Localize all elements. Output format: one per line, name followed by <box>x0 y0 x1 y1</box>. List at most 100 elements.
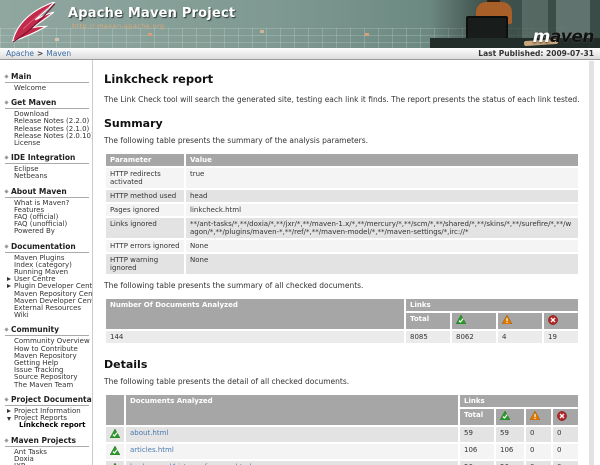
sidebar-section-title: IDE Integration <box>5 150 89 164</box>
link-warn: 0 <box>526 444 551 459</box>
documents-analyzed-header: Number Of Documents Analyzed <box>106 299 404 329</box>
sidebar-section-title: Get Maven <box>5 95 89 109</box>
details-heading: Details <box>104 358 580 371</box>
details-table: Documents Analyzed Links Total about.htm… <box>104 393 580 465</box>
success-icon <box>110 429 120 438</box>
warning-icon <box>530 411 540 420</box>
document-link[interactable]: articles.html <box>130 446 174 454</box>
section-title-text: Maven Projects <box>11 436 76 445</box>
sidebar-section: IDE IntegrationEclipseNetbeans <box>5 150 89 180</box>
section-title-text: IDE Integration <box>11 153 75 162</box>
error-icon <box>557 411 567 420</box>
breadcrumb-bar: Apache>Maven Last Published: 2009-07-31 <box>0 48 600 60</box>
details-table-body: about.html595900articles.html10610600bac… <box>106 427 578 465</box>
page: Apache Maven Project http:// maven.apach… <box>0 0 600 465</box>
link-ok: 106 <box>496 444 524 459</box>
sidebar-item-label: Linkcheck report <box>19 421 85 429</box>
section-title-text: Documentation <box>11 242 76 251</box>
documents-analyzed-header: Documents Analyzed <box>126 395 458 425</box>
link-error: 0 <box>553 427 578 442</box>
sidebar-item-label: License <box>14 139 40 147</box>
sidebar-section: Main Welcome <box>5 69 89 92</box>
chevron-right-icon[interactable] <box>7 284 11 288</box>
parameter-value: head <box>186 190 578 202</box>
parameter-value: true <box>186 168 578 188</box>
links-header: Links <box>406 299 578 311</box>
sidebar-section-title: Community <box>5 322 89 336</box>
breadcrumb-link-maven[interactable]: Maven <box>46 49 71 58</box>
link-warn: 0 <box>526 461 551 465</box>
parameter-value: linkcheck.html <box>186 204 578 216</box>
parameter-value: None <box>186 254 578 274</box>
document-link[interactable]: about.html <box>130 429 168 437</box>
value-header: Value <box>186 154 578 166</box>
parameter-name: HTTP warning ignored <box>106 254 184 274</box>
warning-icon <box>502 315 512 324</box>
parameter-value: **/ant-tasks/*,**/doxia/*,**/jxr/*,**/ma… <box>186 218 578 238</box>
links-total: 8085 <box>406 331 450 343</box>
maven-logo-aven: aven <box>550 27 594 47</box>
sidebar-item-label: Wiki <box>14 311 29 319</box>
section-bullet-icon <box>4 101 8 105</box>
section-title-text: About Maven <box>11 187 67 196</box>
sidebar-item-label: Welcome <box>14 84 46 92</box>
sidebar-item[interactable]: Linkcheck report <box>5 422 89 429</box>
total-header: Total <box>460 409 494 425</box>
summary-totals-table: Number Of Documents Analyzed Links Total… <box>104 297 580 345</box>
section-bullet-icon <box>4 156 8 160</box>
chevron-right-icon[interactable] <box>7 277 11 281</box>
link-warn: 0 <box>526 427 551 442</box>
row-status <box>106 444 124 459</box>
sidebar-item[interactable]: Welcome <box>5 85 89 92</box>
error-icon <box>548 315 558 324</box>
sidebar-item-label: Netbeans <box>14 172 47 180</box>
sidebar-item-label: The Maven Team <box>14 381 73 389</box>
chevron-down-icon[interactable] <box>7 417 11 421</box>
links-warn: 4 <box>498 331 542 343</box>
params-table-body: HTTP redirects activatedtrueHTTP method … <box>106 168 578 274</box>
row-status <box>106 427 124 442</box>
total-header: Total <box>406 313 450 329</box>
intro-text: The Link Check tool will search the gene… <box>104 95 580 104</box>
sidebar-item[interactable]: License <box>5 140 89 147</box>
sidebar-item[interactable]: Wiki <box>5 312 89 319</box>
section-bullet-icon <box>4 328 8 332</box>
link-total: 56 <box>460 461 494 465</box>
sidebar-section: Get MavenDownloadRelease Notes (2.2.0)Re… <box>5 95 89 147</box>
parameter-row: Pages ignoredlinkcheck.html <box>106 204 578 216</box>
parameters-table: Parameter Value HTTP redirects activated… <box>104 152 580 276</box>
parameter-row: Links ignored**/ant-tasks/*,**/doxia/*,*… <box>106 218 578 238</box>
section-title-text: Main <box>11 72 31 81</box>
sidebar-section-title: Documentation <box>5 239 89 253</box>
sidebar-item[interactable]: The Maven Team <box>5 382 89 389</box>
sidebar-section-title: Main <box>5 69 89 83</box>
document-row: about.html595900 <box>106 427 578 442</box>
section-title-text: Community <box>11 325 59 334</box>
link-total: 106 <box>460 444 494 459</box>
breadcrumb-separator: > <box>37 49 43 58</box>
totals-row: 144 8085 8062 4 19 <box>106 331 578 343</box>
parameter-name: HTTP redirects activated <box>106 168 184 188</box>
summary-params-text: The following table presents the summary… <box>104 136 580 145</box>
section-bullet-icon <box>4 189 8 193</box>
links-header: Links <box>460 395 578 407</box>
parameter-value: None <box>186 240 578 252</box>
breadcrumb-link-apache[interactable]: Apache <box>6 49 34 58</box>
document-row: background/history-of-maven.html565600 <box>106 461 578 465</box>
sidebar-item[interactable]: Netbeans <box>5 173 89 180</box>
sidebar-item[interactable]: Powered By <box>5 228 89 235</box>
main-content: Linkcheck report The Link Check tool wil… <box>93 60 600 465</box>
banner: Apache Maven Project http:// maven.apach… <box>0 0 600 48</box>
chevron-right-icon[interactable] <box>7 409 11 413</box>
page-edge <box>589 61 594 465</box>
links-error: 19 <box>544 331 578 343</box>
sidebar-section: About MavenWhat is Maven?FeaturesFAQ (of… <box>5 184 89 236</box>
last-published: Last Published: 2009-07-31 <box>478 49 594 58</box>
sidebar-item-label: Powered By <box>14 227 55 235</box>
row-status <box>106 461 124 465</box>
maven-logo: maven <box>533 27 594 47</box>
sidebar-section: DocumentationMaven PluginsIndex (categor… <box>5 239 89 320</box>
success-icon <box>500 411 510 420</box>
parameter-row: HTTP warning ignoredNone <box>106 254 578 274</box>
document-row: articles.html10610600 <box>106 444 578 459</box>
